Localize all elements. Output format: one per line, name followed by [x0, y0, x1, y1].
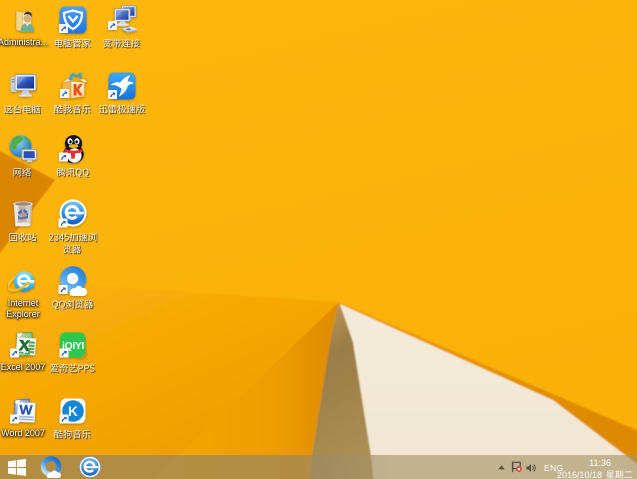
svg-text:K: K [68, 404, 78, 419]
